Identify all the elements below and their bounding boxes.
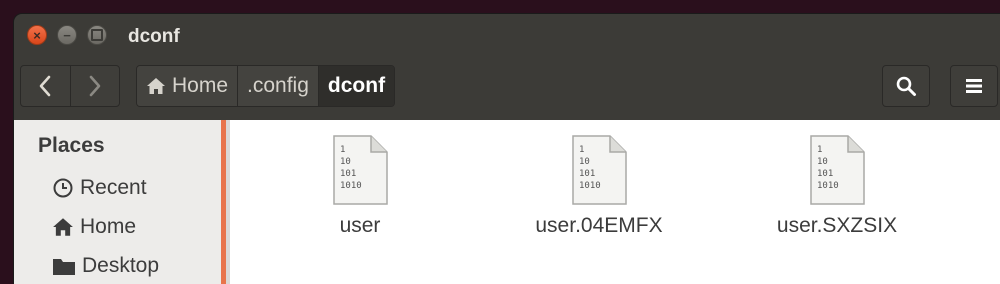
sidebar-item-recent[interactable]: Recent [52,176,147,200]
path-bar: Home .config dconf [136,65,396,107]
path-crumb-config[interactable]: .config [238,66,319,106]
file-item-user-sxzsix[interactable]: 1 10 101 1010 user.SXZSIX [757,134,917,238]
places-heading: Places [38,134,105,157]
binary-line: 10 [579,157,590,167]
sidebar-item-desktop[interactable]: Desktop [52,254,159,278]
maximize-button[interactable] [87,25,107,45]
sidebar-item-label: Home [80,215,137,238]
sidebar-item-home[interactable]: Home [52,215,136,239]
binary-line: 101 [817,169,833,179]
binary-line: 1 [817,145,822,155]
binary-file-icon: 1 10 101 1010 [572,135,627,205]
search-icon [896,76,916,96]
path-crumb-label: .config [247,74,309,97]
file-name: user.04EMFX [535,214,663,237]
sidebar-item-label: Desktop [82,254,160,277]
path-crumb-label: dconf [327,74,386,97]
hamburger-icon [966,79,982,93]
titlebar: × − dconf [14,14,1000,60]
path-crumb-label: Home [172,74,229,97]
search-button[interactable] [882,65,930,107]
forward-button[interactable] [69,66,120,106]
binary-line: 1010 [579,181,601,191]
binary-line: 10 [340,157,351,167]
path-crumb-dconf[interactable]: dconf [318,66,395,106]
binary-file-icon: 1 10 101 1010 [810,135,865,205]
toolbar: Home .config dconf [14,60,1000,120]
file-view: 1 10 101 1010 user 1 10 101 1010 user.04… [226,120,1000,284]
chevron-right-icon [89,75,101,97]
close-icon: × [33,27,41,43]
window-title: dconf [128,26,180,47]
binary-line: 10 [817,157,828,167]
folder-icon [53,259,75,275]
sidebar-item-label: Recent [80,176,147,199]
file-name: user [339,214,381,237]
binary-line: 1 [579,145,584,155]
minimize-icon: − [63,27,71,43]
file-item-user[interactable]: 1 10 101 1010 user [280,134,440,238]
binary-line: 1 [340,145,345,155]
home-icon [53,218,73,236]
path-crumb-home[interactable]: Home [137,66,239,106]
binary-line: 101 [579,169,595,179]
places-sidebar: Places Recent Home Desktop [14,120,226,284]
chevron-left-icon [39,75,51,97]
file-name: user.SXZSIX [776,214,898,237]
home-icon [147,78,165,94]
minimize-button[interactable]: − [57,25,77,45]
binary-file-icon: 1 10 101 1010 [333,135,388,205]
maximize-icon [91,29,103,41]
binary-line: 1010 [817,181,839,191]
file-manager-window: × − dconf Home .config dconf Places Rece… [14,14,1000,284]
menu-button[interactable] [950,65,998,107]
close-button[interactable]: × [27,25,47,45]
binary-line: 101 [340,169,356,179]
back-button[interactable] [21,66,70,106]
navigation-buttons [20,65,120,107]
file-item-user-04emfx[interactable]: 1 10 101 1010 user.04EMFX [519,134,679,238]
clock-icon [53,178,73,198]
binary-line: 1010 [340,181,362,191]
